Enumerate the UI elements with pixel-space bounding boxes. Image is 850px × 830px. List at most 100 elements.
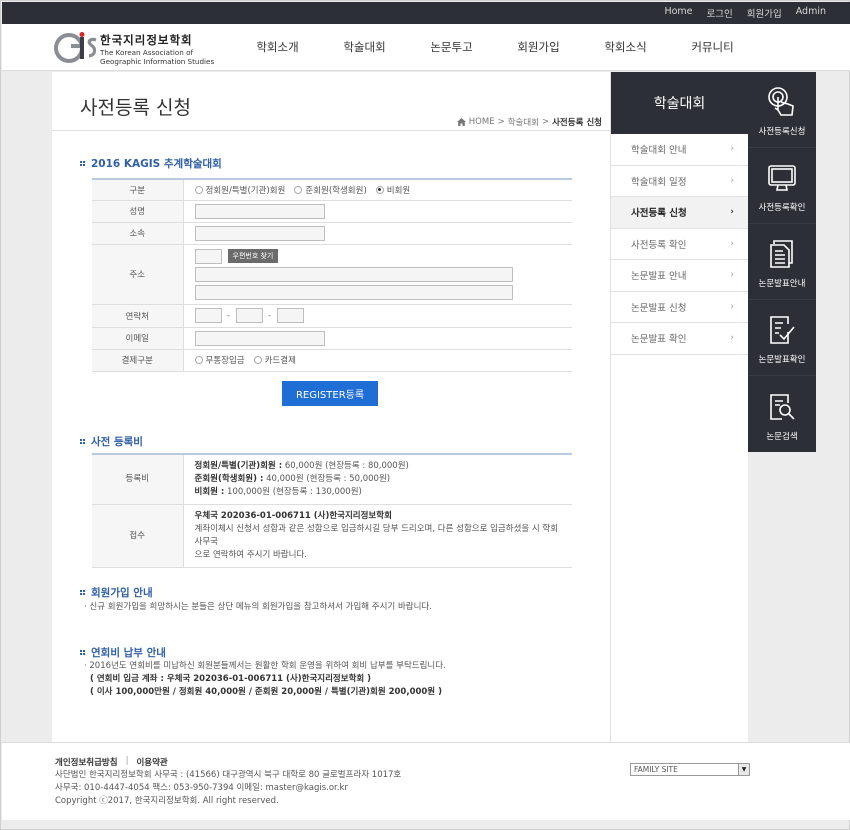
side-nav-item-presentation-check[interactable]: 논문발표 확인 › [611,323,748,355]
fee-amount: 60,000원 (현장등록 : 80,000원) [282,461,409,471]
side-nav-item-conference-schedule[interactable]: 학술대회 일정 › [611,166,748,197]
receipt-note-2: 으로 연락하여 주시기 바랍니다. [194,550,307,560]
chevron-right-icon: › [730,333,734,344]
nav-item-conference[interactable]: 학술대회 [321,39,408,55]
register-button[interactable]: REGISTER등록 [282,381,378,406]
form-row-type: 구분 정회원/특별(기관)회원 준회원(학생회원) 비회원 [92,179,572,201]
checklist-icon [770,316,795,344]
section-title-membership: 회원가입 안내 [80,585,153,600]
side-nav-item-preregistration[interactable]: 사전등록 신청 › [611,197,748,229]
home-icon [456,118,466,126]
label-email: 이메일 [92,327,184,350]
side-nav-item-conference-info[interactable]: 학술대회 안내 › [611,134,748,166]
family-site-label: FAMILY SITE [634,765,678,774]
main-navigation: 학회소개 학술대회 논문투고 회원가입 학회소식 커뮤니티 [234,39,756,55]
utility-links: Home 로그인 회원가입 Admin [650,6,826,20]
zipcode-input[interactable] [194,248,222,264]
site-header: 한국지리정보학회 The Korean Association of Geogr… [2,24,850,71]
breadcrumb-separator: > [541,117,550,127]
form-row-address: 주소 우편번호 찾기 [92,244,572,305]
form-row-affiliation: 소속 [92,222,572,245]
side-nav-label: 사전등록 신청 [631,208,687,220]
quick-label: 사전등록확인 [758,203,806,213]
side-nav-item-presentation-info[interactable]: 논문발표 안내 › [611,260,748,292]
chevron-right-icon: › [730,207,734,218]
page-title: 사전등록 신청 [80,97,191,119]
quick-label: 논문발표안내 [758,279,806,289]
affiliation-input[interactable] [194,225,325,241]
quick-presentation-check[interactable]: 논문발표확인 [748,300,816,376]
side-nav-item-presentation-apply[interactable]: 논문발표 신청 › [611,292,748,323]
fee-line-nonmember: 비회원 : 100,000원 (현장등록 : 130,000원) [195,486,562,499]
nav-item-submission[interactable]: 논문투고 [408,39,495,55]
breadcrumb-parent[interactable]: 학술대회 [508,116,539,128]
utility-link-home[interactable]: Home [664,6,692,20]
quick-paper-search[interactable]: 논문검색 [748,376,816,452]
footer-info: 사단법인 한국지리정보학회 사무국 : (41566) 대구광역시 북구 대학로… [55,769,401,808]
email-input[interactable] [194,330,325,346]
family-site-select[interactable]: FAMILY SITE ▼ [630,763,750,776]
quick-presentation-info[interactable]: 논문발표안내 [748,224,816,300]
fee-category: 준회원(학생회원) : [194,474,264,484]
phone-separator: - [226,311,231,321]
side-nav-label: 논문발표 신청 [631,302,687,314]
nav-item-community[interactable]: 커뮤니티 [669,39,756,55]
touch-icon [768,87,794,116]
site-logo[interactable]: 한국지리정보학회 The Korean Association of Geogr… [54,31,224,67]
radio-label: 정회원/특별(기관)회원 [205,185,286,196]
quick-preregistration[interactable]: 사전등록신청 [748,72,816,148]
radio-label: 무통장입금 [205,356,245,366]
nav-item-about[interactable]: 학회소개 [234,39,321,55]
footer-link-terms[interactable]: 이용약관 [136,756,167,768]
nav-item-news[interactable]: 학회소식 [582,39,669,55]
site-footer: 개인정보취급방침 | 이용약관 사단법인 한국지리정보학회 사무국 : (415… [2,742,850,820]
utility-link-admin[interactable]: Admin [796,6,826,20]
quick-registration-check[interactable]: 사전등록확인 [748,148,816,224]
label-fee: 등록비 [92,454,184,505]
chevron-right-icon: › [730,238,734,249]
name-input[interactable] [194,203,325,219]
footer-copyright: Copyright ⓒ2017, 한국지리정보학회. All right res… [55,796,279,806]
dues-account: ( 연회비 입금 계좌 : 우체국 202036-01-006711 (사)한국… [90,674,372,684]
radio-student-member[interactable]: 준회원(학생회원) [294,184,367,196]
radio-label: 준회원(학생회원) [305,185,367,196]
chevron-down-icon: ▼ [738,764,749,775]
phone-part-2-input[interactable] [235,308,263,323]
nav-item-membership[interactable]: 회원가입 [495,39,582,55]
search-document-icon [770,394,795,420]
title-divider [52,130,610,131]
footer-links: 개인정보취급방침 | 이용약관 [55,756,168,768]
utility-link-join[interactable]: 회원가입 [747,6,782,20]
receipt-row: 접수 우체국 202036-01-006711 (사)한국지리정보학회 계좌이체… [92,504,572,568]
receipt-note-1: 계좌이체시 신청서 성함과 같은 성함으로 입금하시길 당부 드리오며, 다른 … [194,524,559,547]
logo-text: 한국지리정보학회 The Korean Association of Geogr… [100,32,214,66]
utility-link-login[interactable]: 로그인 [707,6,733,20]
phone-separator: - [267,311,272,321]
radio-dot [194,356,203,364]
section-title-text: 회원가입 안내 [91,587,153,599]
address-line-1-input[interactable] [194,266,513,282]
radio-regular-member[interactable]: 정회원/특별(기관)회원 [194,184,286,196]
radio-non-member[interactable]: 비회원 [375,184,410,196]
phone-part-3-input[interactable] [276,308,304,323]
label-phone: 연락처 [92,304,184,328]
type-options: 정회원/특별(기관)회원 준회원(학생회원) 비회원 [183,179,572,201]
section-title-dues: 연회비 납부 안내 [80,645,166,660]
side-nav-label: 논문발표 확인 [631,334,687,346]
address-line-2-input[interactable] [194,284,513,300]
breadcrumb: HOME > 학술대회 > 사전등록 신청 [456,116,602,128]
breadcrumb-home[interactable]: HOME [469,117,495,127]
section-bullet-icon [80,160,86,167]
side-nav-item-registration-check[interactable]: 사전등록 확인 › [611,229,748,260]
form-row-name: 성명 [92,200,572,223]
radio-bank-transfer[interactable]: 무통장입금 [194,354,245,366]
main-content: 사전등록 신청 HOME > 학술대회 > 사전등록 신청 2016 KAGIS… [52,72,610,742]
side-nav-title: 학술대회 [611,72,748,134]
phone-part-1-input[interactable] [194,308,222,323]
zipcode-search-button[interactable]: 우편번호 찾기 [227,249,279,263]
top-utility-bar: Home 로그인 회원가입 Admin [2,2,850,24]
radio-card-payment[interactable]: 카드결제 [253,354,296,366]
footer-link-privacy[interactable]: 개인정보취급방침 [55,756,118,768]
footer-contact: 사무국: 010-4447-4054 팩스: 053-950-7394 이메일:… [55,783,348,793]
radio-dot [253,356,262,364]
